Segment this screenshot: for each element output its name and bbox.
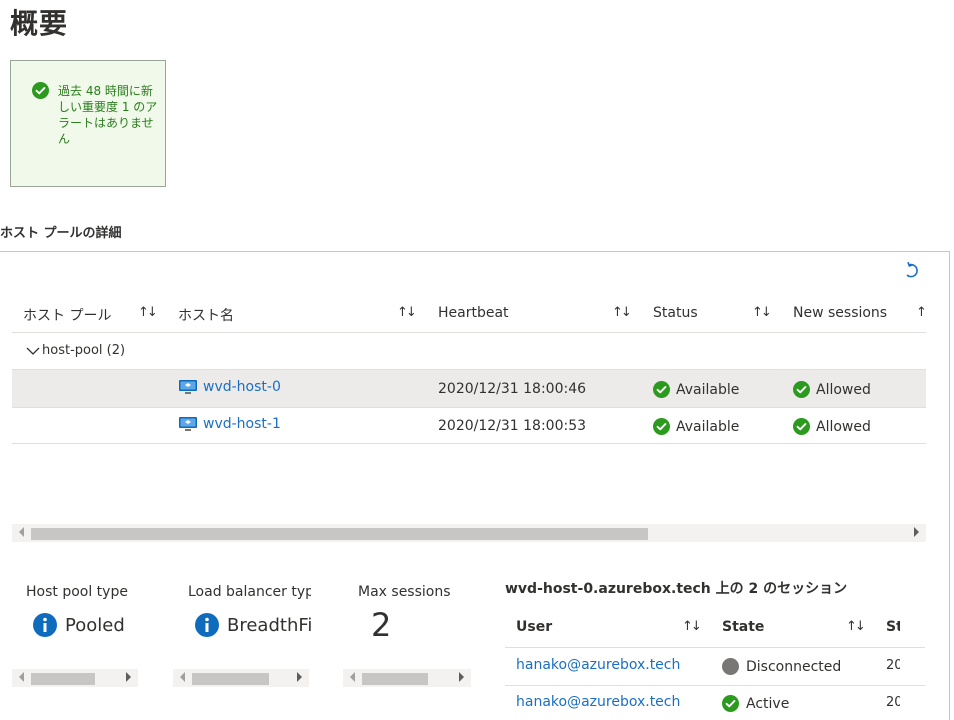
new-sessions-value: Allowed (816, 418, 871, 435)
check-circle-icon (32, 82, 49, 99)
status-cell: Available (653, 418, 739, 435)
session-user-link[interactable]: hanako@azurebox.tech (516, 657, 680, 673)
scroll-right-arrow-icon[interactable] (914, 527, 919, 537)
sort-icon[interactable]: ↑↓ (682, 619, 702, 634)
scrollbar-thumb[interactable] (192, 673, 269, 685)
session-state: Active (722, 695, 789, 712)
column-header-truncated[interactable]: St (886, 619, 900, 635)
column-header-status[interactable]: Status (653, 305, 698, 321)
alert-message: 過去 48 時間に新しい重要度 1 のアラートはありません (58, 84, 158, 146)
new-sessions-cell: Allowed (793, 381, 871, 398)
scroll-left-arrow-icon[interactable] (180, 672, 185, 682)
host-link[interactable]: wvd-host-1 (179, 416, 281, 432)
session-state-text: Active (746, 695, 790, 712)
column-header-user[interactable]: User (516, 619, 552, 635)
new-sessions-value: Allowed (816, 381, 871, 398)
column-header-state[interactable]: State (722, 619, 764, 635)
heartbeat-value: 2020/12/31 18:00:46 (438, 381, 587, 397)
scrollbar-thumb[interactable] (31, 673, 95, 685)
tile-horizontal-scrollbar[interactable] (12, 669, 138, 687)
check-circle-icon (793, 418, 810, 435)
status-value: Available (676, 418, 740, 435)
host-name: wvd-host-0 (203, 379, 281, 395)
host-pool-type-label: Host pool type (26, 584, 128, 600)
column-header-new-sessions[interactable]: New sessions (793, 305, 887, 321)
host-pool-grid-panel (0, 251, 950, 720)
sort-icon[interactable]: ↑ (916, 305, 927, 320)
disconnected-status-icon (722, 658, 739, 675)
host-link[interactable]: wvd-host-0 (179, 379, 281, 395)
grid-horizontal-scrollbar[interactable] (12, 524, 926, 542)
sort-icon[interactable]: ↑↓ (612, 305, 632, 320)
refresh-icon[interactable] (902, 261, 922, 281)
virtual-machine-icon (179, 416, 197, 431)
tile-horizontal-scrollbar[interactable] (343, 669, 471, 687)
check-circle-icon (653, 418, 670, 435)
session-extra-value: 20 (886, 695, 900, 710)
info-icon (33, 613, 57, 637)
sort-icon[interactable]: ↑↓ (397, 305, 417, 320)
table-row[interactable]: wvd-host-0 2020/12/31 18:00:46 Available… (12, 370, 926, 407)
load-balancer-type-label: Load balancer type (188, 584, 311, 600)
load-balancer-type-text: BreadthFirst (227, 614, 311, 636)
page-title: 概要 (10, 7, 69, 40)
max-sessions-value: 2 (371, 606, 392, 644)
load-balancer-type-value: BreadthFirst (195, 613, 311, 637)
scroll-right-arrow-icon[interactable] (459, 672, 464, 682)
table-row[interactable]: wvd-host-1 2020/12/31 18:00:53 Available… (12, 407, 926, 444)
sessions-title: wvd-host-0.azurebox.tech 上の 2 のセッション (505, 581, 848, 597)
divider (12, 332, 926, 333)
chevron-down-icon (26, 347, 40, 355)
group-row-host-pool[interactable]: host-pool (2) (26, 343, 125, 358)
divider (505, 685, 925, 686)
column-header-host-pool[interactable]: ホスト プール (23, 305, 111, 325)
scroll-left-arrow-icon[interactable] (19, 527, 24, 537)
check-circle-icon (722, 695, 739, 712)
host-name: wvd-host-1 (203, 416, 281, 432)
max-sessions-label: Max sessions (358, 584, 451, 600)
session-state-text: Disconnected (746, 658, 842, 675)
virtual-machine-icon (179, 379, 197, 394)
session-user-link[interactable]: hanako@azurebox.tech (516, 694, 680, 710)
sort-icon[interactable]: ↑↓ (846, 619, 866, 634)
scrollbar-thumb[interactable] (362, 673, 428, 685)
status-cell: Available (653, 381, 739, 398)
heartbeat-value: 2020/12/31 18:00:53 (438, 418, 587, 434)
alert-tile[interactable]: 過去 48 時間に新しい重要度 1 のアラートはありません (10, 60, 166, 187)
divider (505, 647, 925, 648)
scroll-left-arrow-icon[interactable] (19, 672, 24, 682)
host-pool-type-text: Pooled (65, 614, 125, 636)
divider (12, 443, 926, 444)
sort-icon[interactable]: ↑↓ (138, 305, 158, 320)
check-circle-icon (653, 381, 670, 398)
column-header-host-name[interactable]: ホスト名 (178, 305, 234, 325)
new-sessions-cell: Allowed (793, 418, 871, 435)
column-header-heartbeat[interactable]: Heartbeat (438, 305, 509, 321)
host-pool-type-value: Pooled (33, 613, 163, 637)
host-pool-details-heading: ホスト プールの詳細 (0, 226, 122, 241)
session-extra-value: 20 (886, 658, 900, 673)
scrollbar-thumb[interactable] (31, 528, 648, 540)
info-icon (195, 613, 219, 637)
scroll-left-arrow-icon[interactable] (350, 672, 355, 682)
status-value: Available (676, 381, 740, 398)
scroll-right-arrow-icon[interactable] (126, 672, 131, 682)
check-circle-icon (793, 381, 810, 398)
sort-icon[interactable]: ↑↓ (752, 305, 772, 320)
group-label: host-pool (2) (42, 343, 126, 358)
session-state: Disconnected (722, 658, 841, 675)
tile-horizontal-scrollbar[interactable] (173, 669, 309, 687)
scroll-right-arrow-icon[interactable] (297, 672, 302, 682)
